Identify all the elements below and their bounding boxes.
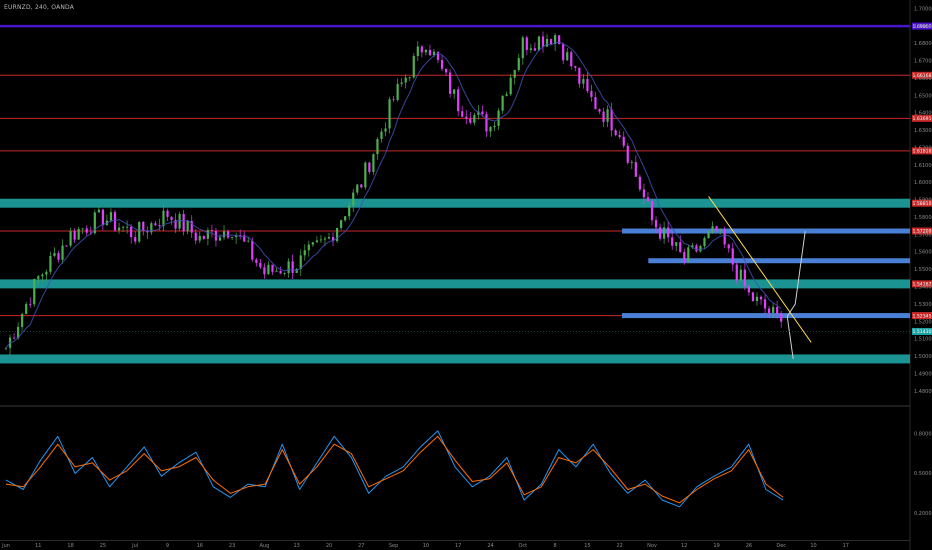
teal-zone-8[interactable] bbox=[0, 354, 910, 364]
candle bbox=[33, 278, 36, 307]
time-tick-label: Nov bbox=[647, 543, 657, 549]
price-tick-label: 1.62000 bbox=[914, 145, 932, 151]
time-tick-label: 11 bbox=[35, 543, 41, 549]
time-tick-label: 10 bbox=[810, 543, 816, 549]
price-tick-label: 1.51000 bbox=[914, 337, 932, 343]
price-tick-label: 1.70000 bbox=[914, 6, 932, 12]
price-tick-label: 1.66000 bbox=[914, 76, 932, 82]
time-tick-label: Jul bbox=[131, 543, 138, 549]
time-tick-label: 17 bbox=[455, 543, 461, 549]
oscillator-tick-label: 0.8000 bbox=[914, 431, 932, 437]
symbol-title[interactable]: EURNZD, 240, OANDA bbox=[4, 4, 74, 11]
candle bbox=[364, 161, 367, 190]
candle bbox=[388, 96, 391, 134]
price-tick-label: 1.69000 bbox=[914, 24, 932, 30]
candle bbox=[449, 69, 452, 98]
time-tick-label: 23 bbox=[229, 543, 235, 549]
time-tick-label: 27 bbox=[358, 543, 364, 549]
time-tick-label: 9 bbox=[166, 543, 169, 549]
time-tick-label: 22 bbox=[617, 543, 623, 549]
level-badge-7: 1.52345 bbox=[912, 312, 932, 319]
time-tick-label: 12 bbox=[681, 543, 687, 549]
time-tick-label: Oct bbox=[518, 543, 527, 549]
candle bbox=[687, 244, 690, 263]
time-tick-label: Aug bbox=[260, 543, 270, 549]
price-tick-label: 1.59000 bbox=[914, 198, 932, 204]
oscillator-tick-label: 0.5000 bbox=[914, 471, 932, 477]
time-tick-label: 20 bbox=[326, 543, 332, 549]
price-tick-label: 1.60000 bbox=[914, 180, 932, 186]
time-tick-label: 8 bbox=[554, 543, 557, 549]
price-tick-label: 1.49000 bbox=[914, 371, 932, 377]
price-tick-label: 1.50000 bbox=[914, 354, 932, 360]
price-tick-label: 1.54000 bbox=[914, 285, 932, 291]
candle bbox=[537, 35, 541, 51]
price-tick-label: 1.52000 bbox=[914, 319, 932, 325]
candle bbox=[412, 53, 415, 79]
time-tick-label: 26 bbox=[746, 543, 752, 549]
time-tick-label: 18 bbox=[67, 543, 73, 549]
candle bbox=[638, 174, 641, 192]
level-badge-text: 1.63691 bbox=[913, 116, 932, 122]
time-tick-label: Sep bbox=[389, 543, 398, 549]
time-tick-label: 24 bbox=[487, 543, 493, 549]
time-tick-label: Jun bbox=[1, 543, 10, 549]
candle bbox=[372, 153, 375, 175]
price-tick-label: 1.58000 bbox=[914, 215, 932, 221]
price-tick-label: 1.55000 bbox=[914, 267, 932, 273]
time-tick-label: 19 bbox=[713, 543, 719, 549]
price-tick-label: 1.56000 bbox=[914, 250, 932, 256]
time-tick-label: 10 bbox=[423, 543, 429, 549]
price-tick-label: 1.68000 bbox=[914, 41, 932, 47]
price-tick-label: 1.67000 bbox=[914, 59, 932, 65]
price-tick-label: 1.61000 bbox=[914, 163, 932, 169]
time-tick-label: 17 bbox=[843, 543, 849, 549]
time-tick-label: 13 bbox=[294, 543, 300, 549]
price-tick-label: 1.53000 bbox=[914, 302, 932, 308]
candle bbox=[138, 221, 141, 243]
chart-root: 1.69000 1.66168 1.63691 1.61818 1.58810 1.572… bbox=[0, 0, 932, 550]
time-tick-label: 25 bbox=[100, 543, 106, 549]
candle bbox=[178, 211, 181, 231]
candle bbox=[626, 143, 629, 165]
time-tick-label: 15 bbox=[584, 543, 590, 549]
price-tick-label: 1.57000 bbox=[914, 232, 932, 238]
time-tick-label: Dec bbox=[776, 543, 786, 549]
price-tick-label: 1.63000 bbox=[914, 128, 932, 134]
last-price-text: 1.51430 bbox=[913, 329, 932, 335]
price-tick-label: 1.64000 bbox=[914, 111, 932, 117]
chart-background bbox=[0, 0, 932, 550]
teal-zone-6[interactable] bbox=[0, 279, 910, 289]
teal-zone-4[interactable] bbox=[0, 198, 910, 208]
candle bbox=[335, 227, 339, 243]
candle bbox=[751, 291, 755, 302]
oscillator-tick-label: 0.2000 bbox=[914, 511, 932, 517]
price-chart[interactable]: 1.690001.661681.636911.618181.588101.572… bbox=[0, 0, 932, 550]
price-tick-label: 1.48000 bbox=[914, 389, 932, 395]
time-tick-label: 16 bbox=[197, 543, 203, 549]
blue-zone-2[interactable] bbox=[622, 313, 910, 319]
price-tick-label: 1.65000 bbox=[914, 93, 932, 99]
